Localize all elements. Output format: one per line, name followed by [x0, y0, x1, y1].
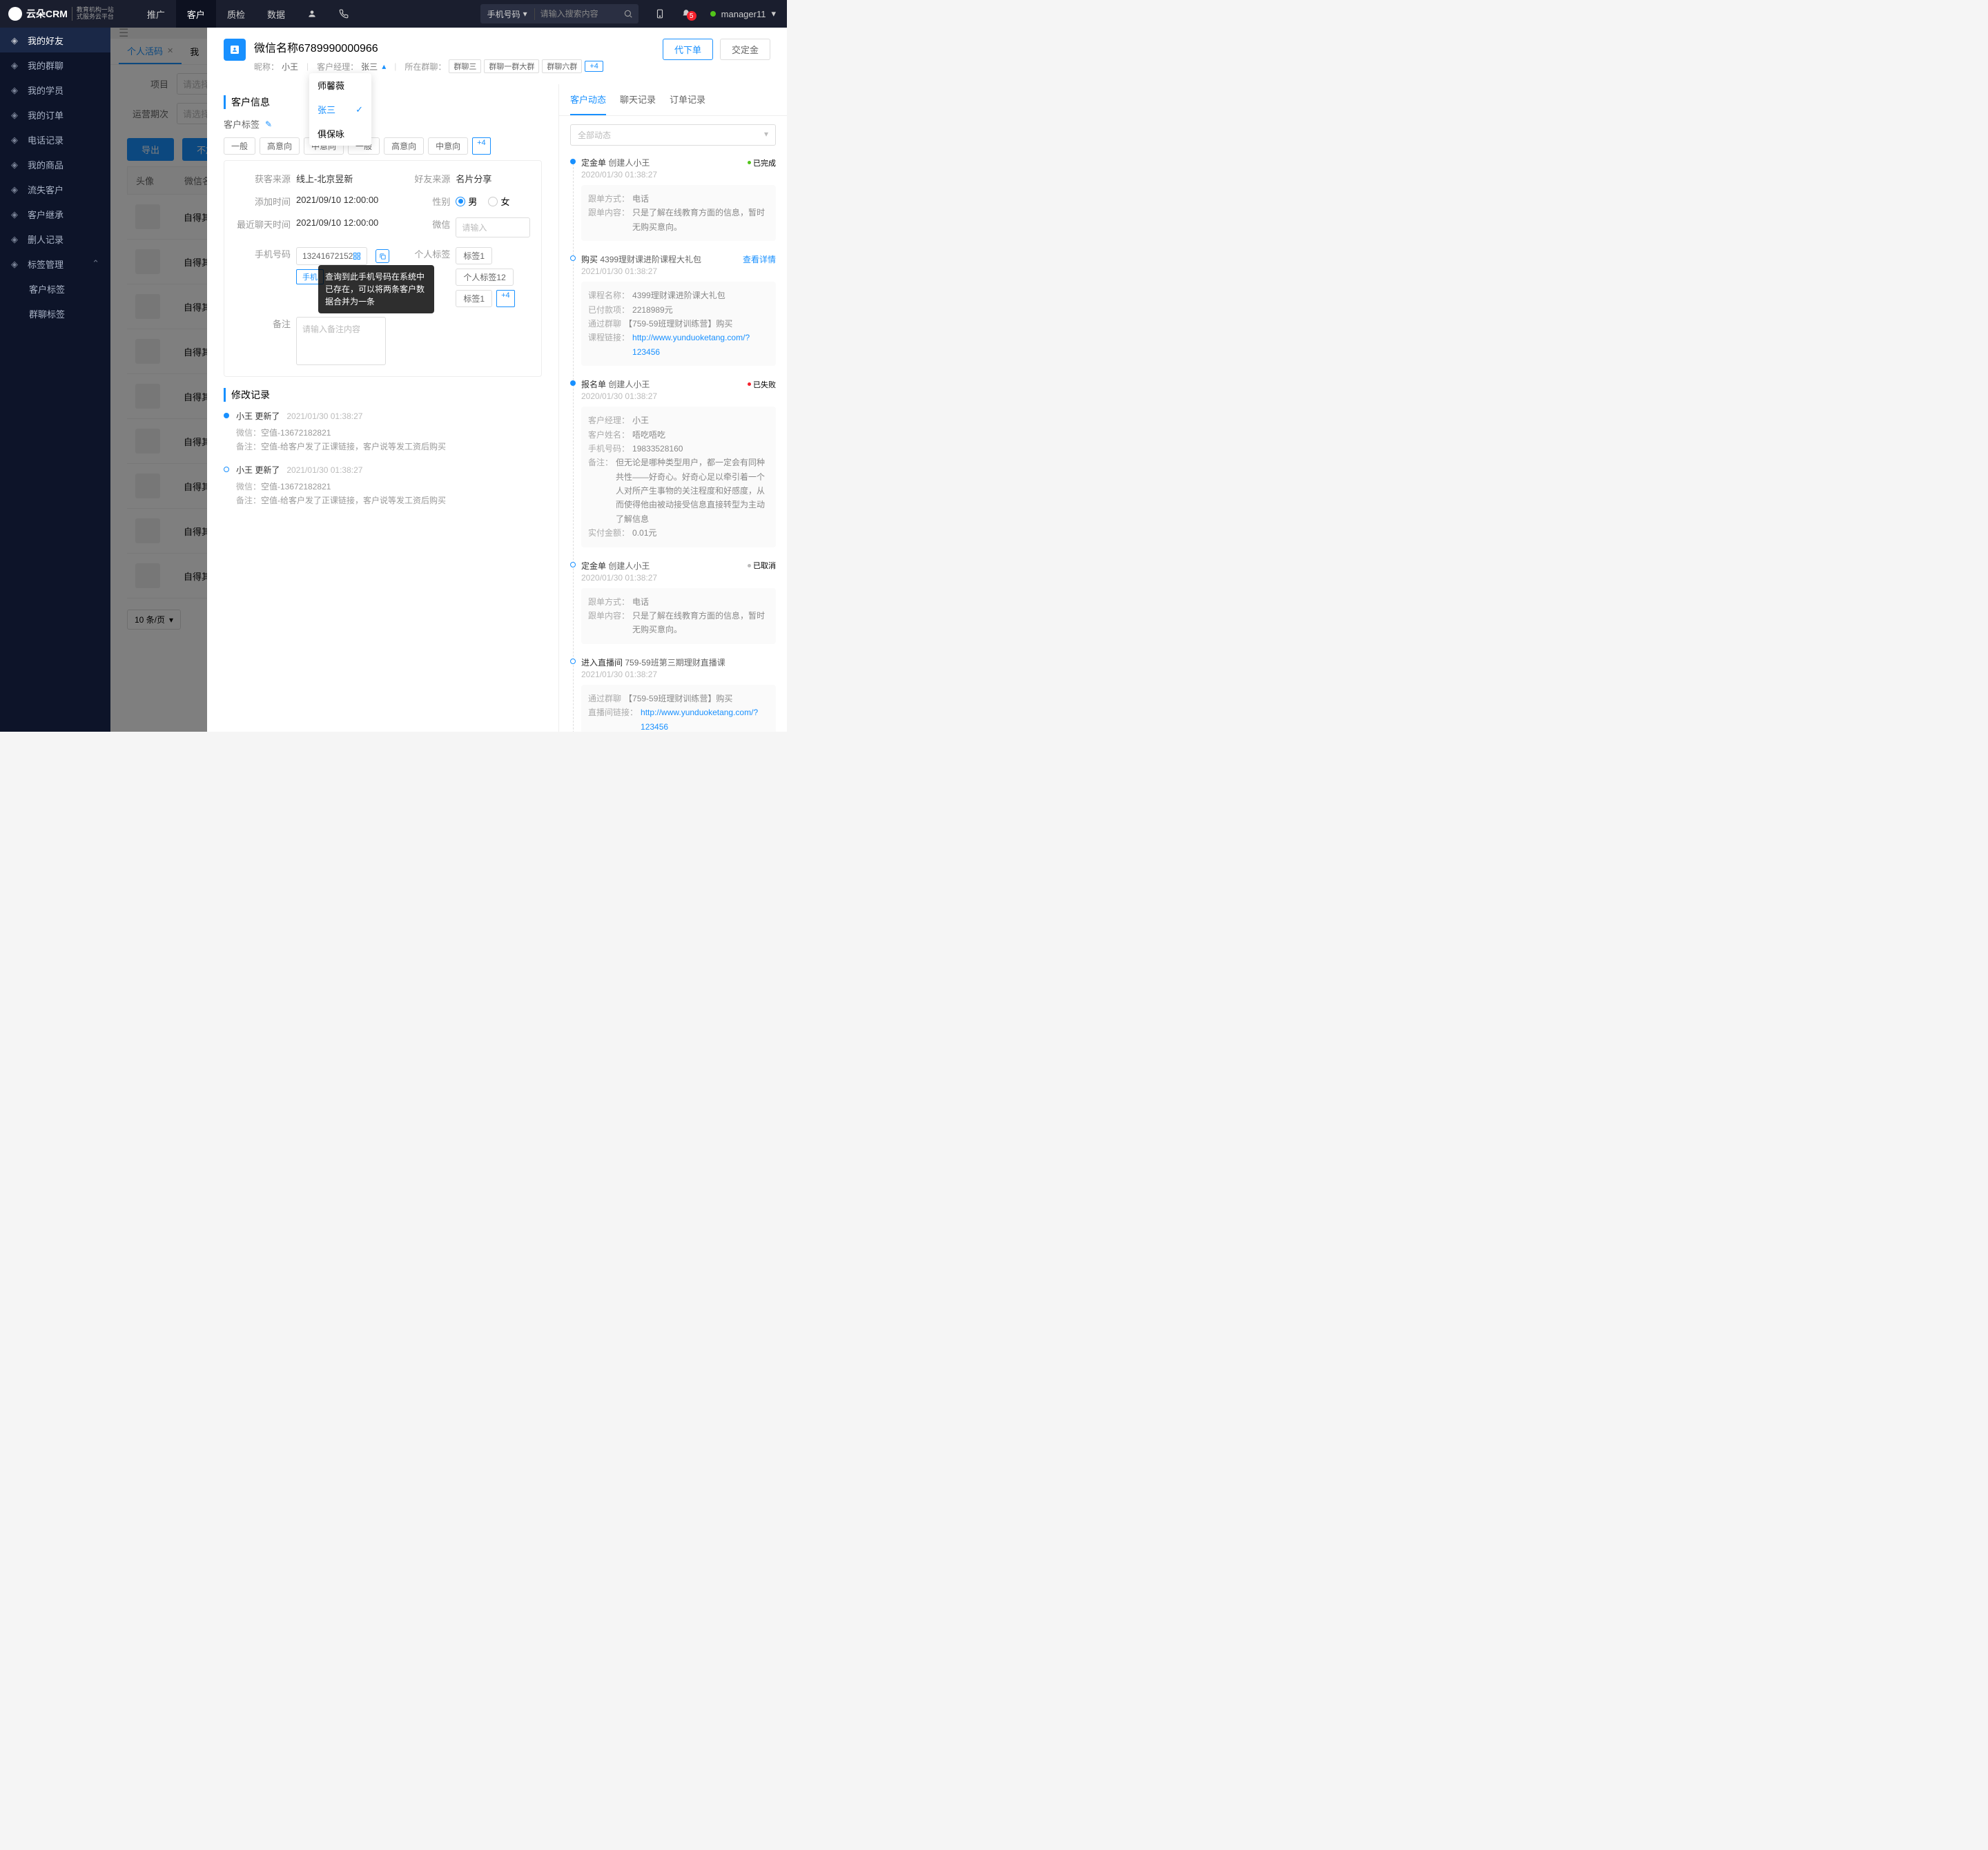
sidebar-item[interactable]: ◈流失客户 [0, 177, 110, 202]
sidebar-item[interactable]: ◈客户继承 [0, 202, 110, 226]
phone-tooltip: 查询到此手机号码在系统中已存在，可以将两条客户数据合并为一条 [318, 265, 434, 313]
check-icon: ✓ [355, 104, 363, 115]
logo-icon [8, 7, 22, 21]
timeline-item: 定金单 创建人小王已取消2020/01/30 01:38:27跟单方式：电话跟单… [581, 560, 776, 644]
sidebar-item[interactable]: 群聊标签 [0, 301, 110, 326]
menu-icon: ◈ [11, 234, 21, 244]
customer-tag[interactable]: 高意向 [384, 137, 424, 155]
activity-tab[interactable]: 聊天记录 [620, 84, 656, 115]
section-history: 修改记录 [224, 388, 542, 402]
sidebar-item[interactable]: ◈我的好友 [0, 28, 110, 52]
menu-icon: ◈ [11, 110, 21, 119]
sidebar-item[interactable]: ◈电话记录 [0, 127, 110, 152]
menu-icon: ◈ [11, 184, 21, 194]
timeline-item: 定金单 创建人小王已完成2020/01/30 01:38:27跟单方式：电话跟单… [581, 157, 776, 241]
order-button[interactable]: 代下单 [663, 39, 713, 60]
top-bar: 云朵CRM 教育机构一站式服务云平台 推广 客户 质检 数据 手机号码▾ 5 m… [0, 0, 787, 28]
activity-tab[interactable]: 客户动态 [570, 84, 606, 115]
phone-list-icon[interactable] [353, 252, 361, 260]
customer-title: 微信名称6789990000966 [254, 39, 654, 55]
deposit-button[interactable]: 交定金 [720, 39, 770, 60]
sidebar-item[interactable]: ◈我的学员 [0, 77, 110, 102]
chevron-down-icon: ▾ [771, 8, 776, 19]
user-menu[interactable]: manager11 ▾ [699, 8, 787, 19]
activity-filter[interactable]: 全部动态▾ [570, 124, 776, 146]
customer-tag[interactable]: 一般 [224, 137, 255, 155]
group-tag[interactable]: 群聊六群 [542, 59, 582, 73]
personal-tag[interactable]: 个人标签12 [456, 269, 513, 286]
timeline-item: 购买 4399理财课进阶课程大礼包查看详情2021/01/30 01:38:27… [581, 253, 776, 366]
logo-tagline: 教育机构一站式服务云平台 [72, 7, 114, 21]
manager-select[interactable]: 客户经理：张三▴ [317, 61, 386, 72]
link[interactable]: http://www.yunduoketang.com/?123456 [641, 705, 769, 732]
search-icon[interactable] [618, 9, 639, 19]
menu-icon: ◈ [11, 35, 21, 45]
group-tag[interactable]: 群聊三 [449, 59, 481, 73]
sidebar-item[interactable]: ◈我的订单 [0, 102, 110, 127]
nav-data[interactable]: 数据 [256, 0, 296, 28]
menu-icon: ◈ [11, 159, 21, 169]
timeline-item: 报名单 创建人小王已失败2020/01/30 01:38:27客户经理：小王客户… [581, 378, 776, 547]
nav-user-icon[interactable] [296, 0, 328, 28]
view-detail-link[interactable]: 查看详情 [743, 253, 776, 265]
nav-promo[interactable]: 推广 [136, 0, 176, 28]
more-tags[interactable]: +4 [472, 137, 491, 155]
manager-dropdown: 师馨薇张三✓俱保咏 [309, 73, 371, 146]
sidebar-item[interactable]: ◈我的群聊 [0, 52, 110, 77]
dropdown-item[interactable]: 俱保咏 [309, 121, 371, 146]
remark-textarea[interactable]: 请输入备注内容 [296, 317, 386, 365]
dropdown-item[interactable]: 师馨薇 [309, 73, 371, 97]
logo-text: 云朵CRM [26, 7, 68, 21]
more-ptags[interactable]: +4 [496, 290, 515, 307]
customer-tag[interactable]: 中意向 [428, 137, 468, 155]
sidebar-item[interactable]: ◈删人记录 [0, 226, 110, 251]
customer-icon [224, 39, 246, 61]
chevron-up-icon: ⌃ [92, 258, 99, 269]
timeline-item: 进入直播间 759-59班第三期理财直播课2021/01/30 01:38:27… [581, 656, 776, 732]
customer-tag[interactable]: 高意向 [260, 137, 300, 155]
search-input[interactable] [535, 9, 618, 19]
personal-tag[interactable]: 标签1 [456, 290, 492, 307]
personal-tag[interactable]: 标签1 [456, 247, 492, 264]
phone-input[interactable]: 13241672152 [296, 247, 367, 265]
more-groups[interactable]: +4 [585, 61, 603, 72]
gender-radio[interactable]: 男 女 [456, 195, 530, 208]
sidebar-item[interactable]: ◈我的商品 [0, 152, 110, 177]
history-item: 小王 更新了2021/01/30 01:38:27微信：空值-136721828… [224, 410, 542, 454]
sidebar: ◈我的好友◈我的群聊◈我的学员◈我的订单◈电话记录◈我的商品◈流失客户◈客户继承… [0, 28, 110, 732]
mobile-icon[interactable] [647, 8, 673, 20]
sidebar-item[interactable]: ◈标签管理⌃ [0, 251, 110, 276]
group-tag[interactable]: 群聊一群大群 [484, 59, 539, 73]
link[interactable]: http://www.yunduoketang.com/?123456 [632, 331, 769, 359]
activity-tab[interactable]: 订单记录 [670, 84, 705, 115]
wechat-input[interactable]: 请输入 [456, 217, 530, 237]
edit-tags-icon[interactable]: ✎ [265, 119, 272, 129]
nav-qc[interactable]: 质检 [216, 0, 256, 28]
logo[interactable]: 云朵CRM 教育机构一站式服务云平台 [0, 7, 122, 21]
customer-drawer: 微信名称6789990000966 昵称：小王 | 客户经理：张三▴ | 所在群… [207, 28, 787, 732]
history-item: 小王 更新了2021/01/30 01:38:27微信：空值-136721828… [224, 464, 542, 508]
dropdown-item[interactable]: 张三✓ [309, 97, 371, 121]
menu-icon: ◈ [11, 85, 21, 95]
notification-badge: 5 [687, 11, 696, 21]
menu-icon: ◈ [11, 259, 21, 269]
menu-icon: ◈ [11, 60, 21, 70]
username: manager11 [721, 9, 766, 19]
search-type-select[interactable]: 手机号码▾ [480, 8, 535, 20]
nav-phone-icon[interactable] [328, 0, 360, 28]
sidebar-item[interactable]: 客户标签 [0, 276, 110, 301]
notification-icon[interactable]: 5 [673, 8, 699, 19]
top-nav: 推广 客户 质检 数据 [136, 0, 360, 28]
copy-icon[interactable] [376, 249, 389, 263]
status-dot [710, 11, 716, 17]
nav-customer[interactable]: 客户 [176, 0, 216, 28]
section-customer-info: 客户信息 [224, 95, 542, 109]
menu-icon: ◈ [11, 209, 21, 219]
search-group: 手机号码▾ [480, 4, 639, 23]
menu-icon: ◈ [11, 135, 21, 144]
